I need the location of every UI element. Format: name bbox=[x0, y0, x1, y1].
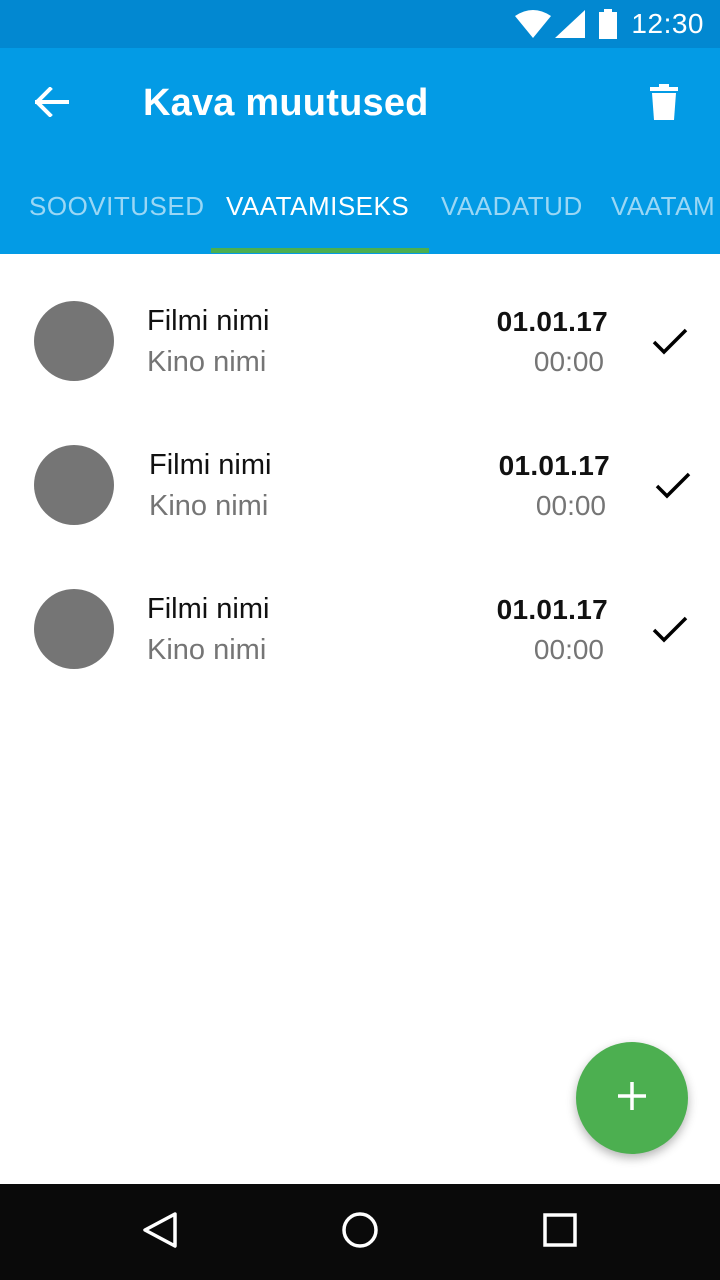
cinema-name: Kino nimi bbox=[147, 634, 267, 666]
show-time: 00:00 bbox=[533, 346, 604, 377]
show-date: 01.01.17 bbox=[496, 594, 608, 625]
film-title: Filmi nimi bbox=[147, 305, 270, 337]
plus-icon bbox=[617, 1081, 647, 1116]
wifi-icon bbox=[515, 10, 552, 38]
back-triangle-icon bbox=[142, 1211, 178, 1254]
status-bar: 12:30 bbox=[0, 0, 720, 48]
avatar bbox=[34, 589, 114, 669]
app-bar: Kava muutused SOOVITUSED VAATAMISEKS VAA… bbox=[0, 48, 720, 254]
check-icon bbox=[652, 328, 688, 361]
home-circle-icon bbox=[341, 1211, 379, 1254]
nav-recents-button[interactable] bbox=[530, 1202, 590, 1262]
arrow-back-icon bbox=[34, 85, 69, 122]
avatar bbox=[34, 445, 114, 525]
tab-vaatam[interactable]: VAATAM bbox=[611, 158, 715, 254]
schedule-list: Filmi nimi Kino nimi 01.01.17 00:00 Film… bbox=[0, 254, 720, 686]
signal-icon bbox=[555, 10, 586, 38]
avatar bbox=[34, 301, 114, 381]
list-item[interactable]: Filmi nimi Kino nimi 01.01.17 00:00 bbox=[0, 542, 720, 686]
cinema-name: Kino nimi bbox=[149, 490, 269, 522]
tab-soovitused[interactable]: SOOVITUSED bbox=[29, 158, 204, 254]
system-nav-bar bbox=[0, 1184, 720, 1280]
cinema-name: Kino nimi bbox=[147, 346, 267, 378]
film-title: Filmi nimi bbox=[149, 449, 272, 481]
check-icon bbox=[655, 472, 691, 505]
show-date: 01.01.17 bbox=[498, 450, 610, 481]
recents-square-icon bbox=[543, 1212, 577, 1252]
back-button[interactable] bbox=[20, 72, 84, 136]
tab-vaadatud[interactable]: VAADATUD bbox=[441, 158, 583, 254]
mark-watched-button[interactable] bbox=[646, 608, 694, 656]
trash-icon bbox=[650, 83, 678, 125]
active-tab-indicator bbox=[211, 248, 429, 253]
mark-watched-button[interactable] bbox=[649, 464, 697, 512]
delete-button[interactable] bbox=[628, 72, 700, 136]
add-button[interactable] bbox=[576, 1042, 688, 1154]
status-time: 12:30 bbox=[631, 8, 704, 39]
show-date: 01.01.17 bbox=[496, 306, 608, 337]
show-time: 00:00 bbox=[535, 490, 606, 521]
mark-watched-button[interactable] bbox=[646, 320, 694, 368]
list-item[interactable]: Filmi nimi Kino nimi 01.01.17 00:00 bbox=[0, 398, 720, 542]
nav-back-button[interactable] bbox=[130, 1202, 190, 1262]
list-item[interactable]: Filmi nimi Kino nimi 01.01.17 00:00 bbox=[0, 254, 720, 398]
check-icon bbox=[652, 616, 688, 649]
battery-icon bbox=[599, 9, 618, 39]
nav-home-button[interactable] bbox=[330, 1202, 390, 1262]
show-time: 00:00 bbox=[533, 634, 604, 665]
page-title: Kava muutused bbox=[143, 82, 429, 124]
film-title: Filmi nimi bbox=[147, 593, 270, 625]
tab-bar: SOOVITUSED VAATAMISEKS VAADATUD VAATAM bbox=[0, 158, 720, 254]
tab-vaatamiseks[interactable]: VAATAMISEKS bbox=[226, 158, 409, 254]
